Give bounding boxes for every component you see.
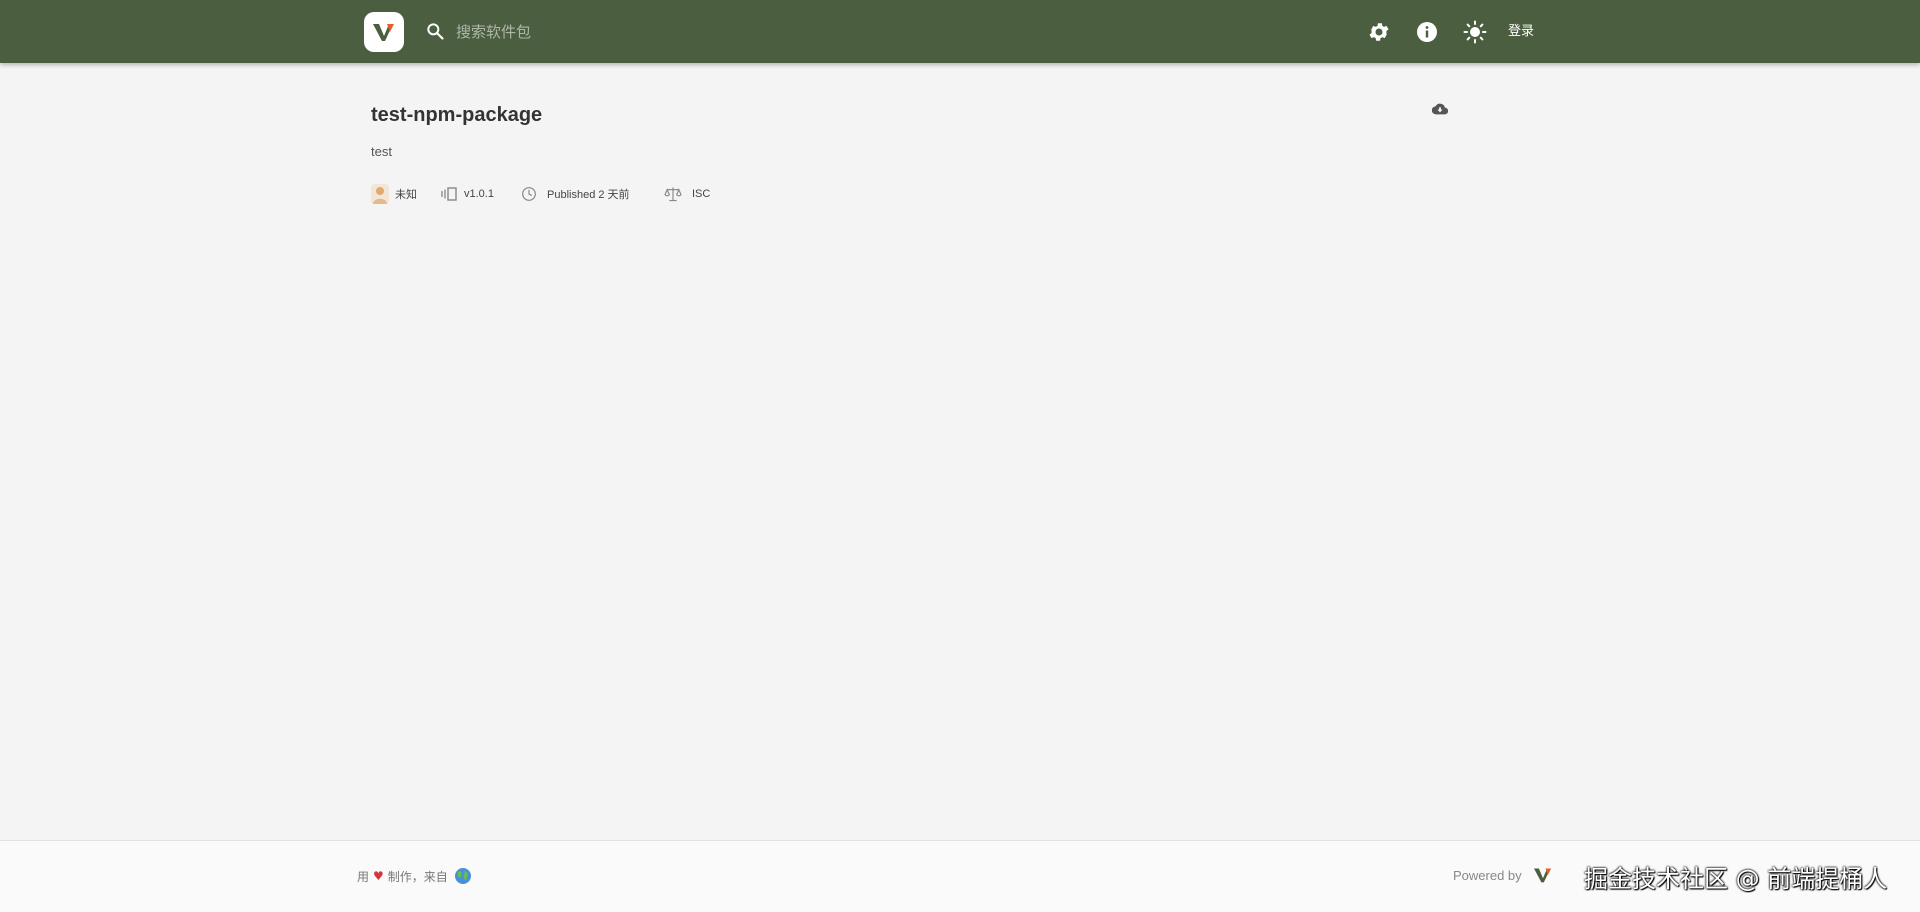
package-name[interactable]: test-npm-package bbox=[371, 104, 542, 127]
globe-icon[interactable] bbox=[454, 867, 472, 885]
footer-made-with: 用 ♥ 制作，来自 bbox=[357, 867, 472, 885]
verdaccio-logo[interactable] bbox=[364, 12, 404, 52]
made-with-prefix: 用 bbox=[357, 869, 370, 884]
login-button[interactable]: 登录 bbox=[1508, 21, 1534, 43]
gear-icon[interactable] bbox=[1367, 20, 1391, 44]
info-icon[interactable] bbox=[1415, 20, 1439, 44]
watermark: 掘金技术社区 @ 前端提桶人 bbox=[1584, 865, 1888, 893]
verdaccio-footer-logo[interactable] bbox=[1532, 866, 1554, 884]
scale-icon bbox=[664, 187, 682, 202]
powered-by-label: Powered by bbox=[1453, 867, 1522, 883]
footer: 用 ♥ 制作，来自 Powered by 掘金技术社区 @ 前端提桶人 bbox=[0, 840, 1920, 912]
heart-icon: ♥ bbox=[373, 869, 384, 883]
package-description: test bbox=[371, 144, 392, 159]
package-license: ISC bbox=[692, 188, 711, 200]
version-meta: v1.0.1 bbox=[440, 184, 494, 204]
version-icon bbox=[441, 187, 457, 201]
package-version: v1.0.1 bbox=[464, 188, 494, 200]
powered-by: Powered by bbox=[1453, 866, 1554, 884]
search-icon[interactable] bbox=[425, 21, 445, 45]
published-meta: Published 2 天前 bbox=[521, 184, 630, 204]
search-input[interactable] bbox=[454, 18, 758, 46]
top-app-bar: 登录 bbox=[0, 0, 1920, 63]
avatar bbox=[371, 184, 389, 204]
clock-icon bbox=[522, 187, 536, 201]
sun-icon[interactable] bbox=[1463, 20, 1487, 44]
author-name: 未知 bbox=[395, 189, 417, 201]
made-with-suffix: 制作，来自 bbox=[387, 869, 448, 884]
license-meta: ISC bbox=[664, 184, 710, 204]
author-meta: 未知 bbox=[371, 184, 417, 204]
published-time: Published 2 天前 bbox=[547, 189, 630, 201]
cloud-download-icon[interactable] bbox=[1431, 101, 1449, 121]
